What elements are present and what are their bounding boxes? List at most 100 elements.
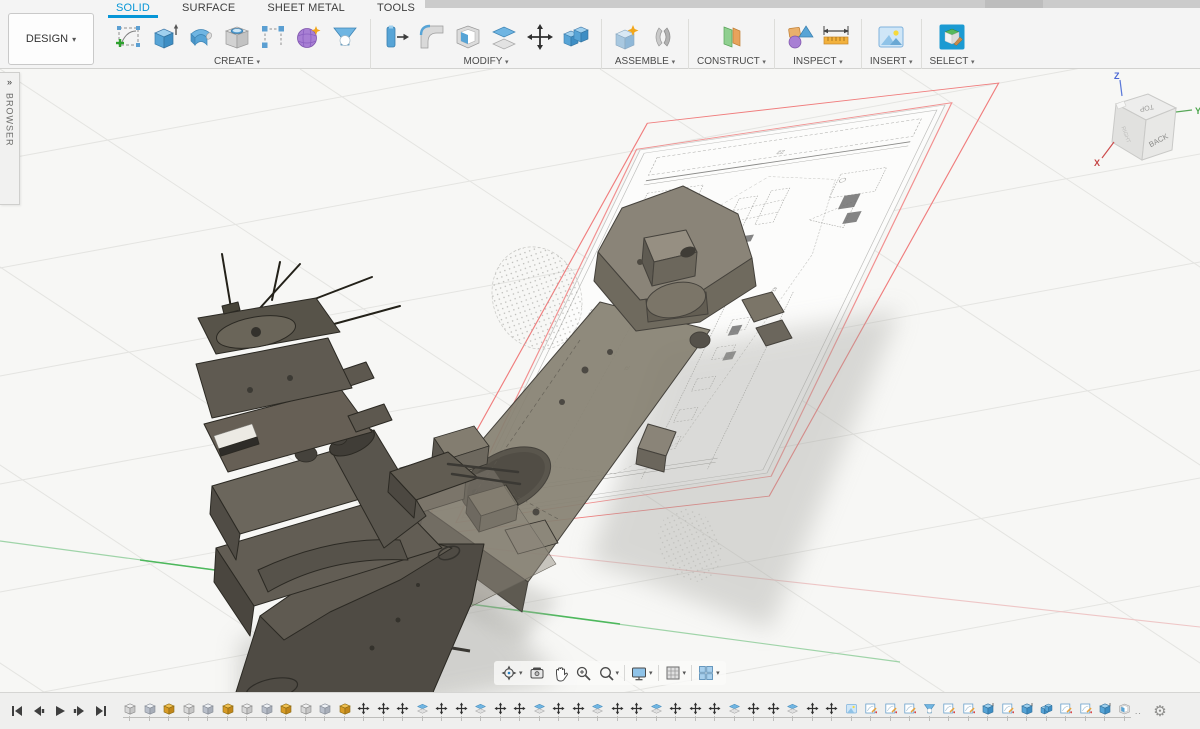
timeline-feature-combine-47[interactable]: [1040, 702, 1053, 715]
timeline-feature-offset-31[interactable]: [728, 702, 741, 715]
group-label-create[interactable]: CREATE ▾: [214, 56, 260, 67]
timeline-feature-move-30[interactable]: [708, 702, 721, 715]
view-control-viewports-icon[interactable]: ▾: [697, 664, 720, 682]
toolbar-icon-revolve[interactable]: [184, 20, 218, 54]
3d-viewport[interactable]: 22 42 32 1-250: [0, 69, 1200, 692]
toolbar-icon-pattern[interactable]: [256, 20, 290, 54]
toolbar-icon-offset[interactable]: [487, 20, 521, 54]
toolbar-icon-select[interactable]: [935, 20, 969, 54]
toolbar-icon-plane[interactable]: [714, 20, 748, 54]
playback-step-back-button[interactable]: [29, 703, 46, 720]
timeline-feature-move-17[interactable]: [455, 702, 468, 715]
timeline-feature-move-35[interactable]: [806, 702, 819, 715]
timeline-feature-box-shaded-7[interactable]: [260, 702, 273, 715]
timeline-feature-offset-18[interactable]: [474, 702, 487, 715]
timeline-feature-box-shaded-10[interactable]: [318, 702, 331, 715]
chevron-down-icon[interactable]: ▾: [649, 669, 653, 677]
toolbar-icon-combine[interactable]: [559, 20, 593, 54]
toolbar-icon-fillet[interactable]: [415, 20, 449, 54]
timeline-feature-move-16[interactable]: [435, 702, 448, 715]
timeline-feature-move-20[interactable]: [513, 702, 526, 715]
timeline-feature-extrude-46[interactable]: [1020, 702, 1033, 715]
timeline-track[interactable]: [123, 700, 1131, 723]
timeline-feature-offset-21[interactable]: [533, 702, 546, 715]
timeline-feature-move-23[interactable]: [572, 702, 585, 715]
view-control-grid-icon[interactable]: ▾: [664, 664, 687, 682]
timeline-feature-box-6[interactable]: [240, 702, 253, 715]
playback-play-button[interactable]: [50, 703, 67, 720]
toolbar-icon-sketch[interactable]: [112, 20, 146, 54]
timeline-feature-sketch-40[interactable]: [903, 702, 916, 715]
timeline-feature-move-26[interactable]: [630, 702, 643, 715]
group-label-insert[interactable]: INSERT ▾: [870, 56, 913, 67]
group-label-inspect[interactable]: INSPECT ▾: [793, 56, 842, 67]
playback-step-forward-button[interactable]: [71, 703, 88, 720]
tab-solid[interactable]: SOLID: [100, 0, 166, 18]
playback-go-start-button[interactable]: [8, 703, 25, 720]
toolbar-icon-inspect-shapes[interactable]: [783, 20, 817, 54]
chevron-down-icon[interactable]: ▾: [519, 669, 523, 677]
timeline-feature-offset-27[interactable]: [650, 702, 663, 715]
timeline-feature-move-36[interactable]: [825, 702, 838, 715]
timeline-feature-move-14[interactable]: [396, 702, 409, 715]
timeline-feature-offset-34[interactable]: [786, 702, 799, 715]
timeline-settings-gear-icon[interactable]: ⚙: [1153, 702, 1166, 720]
timeline-feature-move-29[interactable]: [689, 702, 702, 715]
timeline-feature-box-shaded-4[interactable]: [201, 702, 214, 715]
toolbar-icon-new-component[interactable]: [610, 20, 644, 54]
timeline-feature-box-3[interactable]: [182, 702, 195, 715]
toolbar-icon-measure[interactable]: [819, 20, 853, 54]
timeline-feature-move-19[interactable]: [494, 702, 507, 715]
chevron-down-icon[interactable]: ▾: [716, 669, 720, 677]
timeline-feature-move-33[interactable]: [767, 702, 780, 715]
timeline-feature-offset-24[interactable]: [591, 702, 604, 715]
timeline-feature-sketch-39[interactable]: [884, 702, 897, 715]
timeline-feature-box-9[interactable]: [299, 702, 312, 715]
browser-panel-collapsed[interactable]: » BROWSER: [0, 72, 20, 205]
timeline-feature-sketch-43[interactable]: [962, 702, 975, 715]
tab-sheet-metal[interactable]: SHEET METAL: [251, 0, 361, 18]
toolbar-icon-joint[interactable]: [646, 20, 680, 54]
timeline-feature-move-28[interactable]: [669, 702, 682, 715]
group-label-select[interactable]: SELECT ▾: [930, 56, 975, 67]
view-control-display-icon[interactable]: ▾: [630, 664, 653, 682]
view-control-orbit-icon[interactable]: ▾: [500, 664, 523, 682]
toolbar-icon-form[interactable]: [292, 20, 326, 54]
timeline-feature-sketch-38[interactable]: [864, 702, 877, 715]
timeline-feature-canvas-37[interactable]: [845, 702, 858, 715]
timeline-feature-sketch-48[interactable]: [1059, 702, 1072, 715]
timeline-feature-move-13[interactable]: [377, 702, 390, 715]
timeline-feature-box-shaded-1[interactable]: [143, 702, 156, 715]
timeline-feature-sketch-42[interactable]: [942, 702, 955, 715]
timeline-feature-box-gold-8[interactable]: [279, 702, 292, 715]
timeline-feature-move-32[interactable]: [747, 702, 760, 715]
timeline-feature-box-0[interactable]: [123, 702, 136, 715]
view-control-look-at-icon[interactable]: [528, 664, 546, 682]
timeline-feature-box-gold-2[interactable]: [162, 702, 175, 715]
view-control-zoom-icon[interactable]: [574, 664, 592, 682]
toolbar-icon-hole[interactable]: [220, 20, 254, 54]
timeline-feature-offset-15[interactable]: [416, 702, 429, 715]
timeline-feature-box-gold-11[interactable]: [338, 702, 351, 715]
toolbar-icon-press-pull[interactable]: [379, 20, 413, 54]
timeline-feature-extrude-50[interactable]: [1098, 702, 1111, 715]
timeline-feature-move-12[interactable]: [357, 702, 370, 715]
toolbar-icon-shell[interactable]: [451, 20, 485, 54]
chevron-down-icon[interactable]: ▾: [683, 669, 687, 677]
expand-panel-icon[interactable]: »: [7, 77, 12, 87]
tab-tools[interactable]: TOOLS: [361, 0, 431, 18]
design-menu-button[interactable]: DESIGN ▾: [8, 13, 94, 65]
view-control-fit-icon[interactable]: ▾: [597, 664, 620, 682]
timeline-feature-box-gold-5[interactable]: [221, 702, 234, 715]
chevron-down-icon[interactable]: ▾: [616, 669, 620, 677]
toolbar-icon-extrude[interactable]: [148, 20, 182, 54]
timeline-feature-sketch-49[interactable]: [1079, 702, 1092, 715]
timeline-feature-funnel-41[interactable]: [923, 702, 936, 715]
group-label-modify[interactable]: MODIFY ▾: [464, 56, 509, 67]
playback-go-end-button[interactable]: [92, 703, 109, 720]
view-control-pan-icon[interactable]: [551, 664, 569, 682]
group-label-assemble[interactable]: ASSEMBLE ▾: [615, 56, 675, 67]
timeline-feature-move-25[interactable]: [611, 702, 624, 715]
group-label-construct[interactable]: CONSTRUCT ▾: [697, 56, 766, 67]
tab-surface[interactable]: SURFACE: [166, 0, 251, 18]
